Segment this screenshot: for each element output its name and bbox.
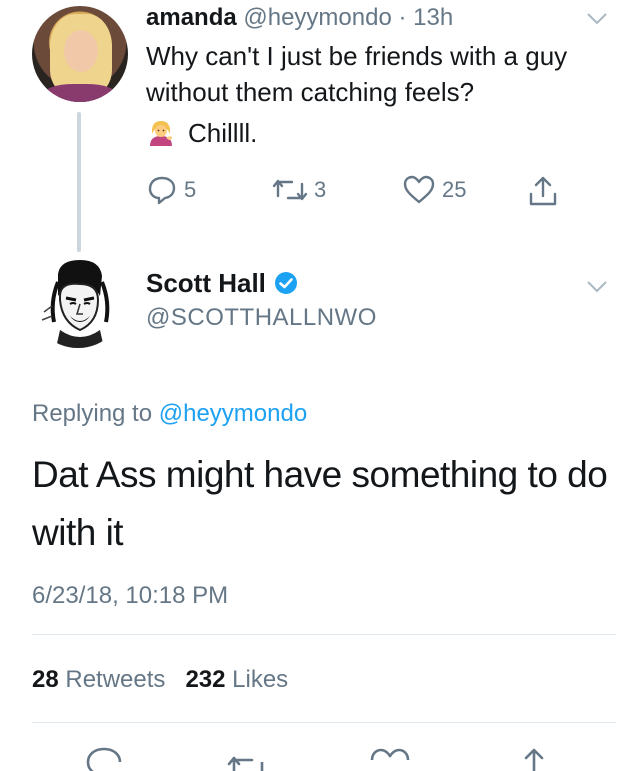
parent-reply-count: 5	[184, 177, 197, 202]
main-tweet-timestamp: 6/23/18, 10:18 PM	[32, 582, 229, 609]
reply-icon	[148, 176, 176, 205]
parent-retweet-button[interactable]: 3	[272, 174, 326, 206]
retweets-label: Retweets	[65, 666, 166, 693]
parent-tweet-emoji-text: Chillll.	[188, 118, 258, 148]
parent-tweet-text: Why can't I just be friends with a guy w…	[146, 41, 568, 107]
parent-separator: ·	[398, 4, 407, 31]
parent-reply-button[interactable]: 5	[146, 174, 196, 206]
main-author-name[interactable]: Scott Hall	[146, 266, 266, 300]
avatar-shirt	[42, 84, 118, 102]
avatar-face	[64, 30, 98, 72]
retweet-icon	[272, 179, 308, 201]
divider-bottom	[32, 722, 616, 723]
retweets-stat[interactable]: 28 Retweets	[32, 666, 165, 693]
replying-prefix: Replying to	[32, 400, 153, 427]
main-author-handle[interactable]: @SCOTTHALLNWO	[146, 302, 377, 334]
replying-to-line: Replying to @heyymondo	[32, 398, 307, 430]
parent-action-bar: 5 3 25	[146, 174, 566, 210]
likes-label: Likes	[232, 666, 289, 693]
heart-icon	[403, 175, 435, 204]
divider-top	[32, 634, 616, 635]
main-author-name-row[interactable]: Scott Hall	[146, 266, 298, 300]
main-heart-icon[interactable]	[368, 746, 412, 771]
main-retweet-icon[interactable]	[226, 748, 272, 771]
replying-to-mention-link[interactable]: @heyymondo	[159, 400, 307, 427]
parent-share-button[interactable]	[526, 174, 560, 208]
thread-line	[77, 112, 81, 252]
parent-author-handle[interactable]: @heyymondo	[243, 4, 391, 31]
main-action-bar	[0, 742, 640, 771]
parent-tweet-emoji-line: Chillll.	[146, 115, 257, 151]
engagement-stats: 28 Retweets 232 Likes	[32, 664, 288, 696]
woman-tipping-hand-emoji-icon	[150, 121, 172, 146]
likes-stat[interactable]: 232 Likes	[185, 666, 288, 693]
avatar-amanda[interactable]	[32, 6, 128, 102]
retweets-count: 28	[32, 666, 59, 693]
main-share-icon[interactable]	[514, 746, 554, 771]
parent-tweet-header: amanda @heyymondo · 13h	[146, 2, 453, 34]
main-reply-icon[interactable]	[84, 746, 124, 771]
likes-count: 232	[185, 666, 226, 693]
parent-like-count: 25	[442, 177, 467, 202]
parent-timestamp[interactable]: 13h	[413, 4, 453, 31]
sketch-portrait-image	[30, 252, 126, 348]
parent-author-name[interactable]: amanda	[146, 4, 237, 31]
parent-retweet-count: 3	[314, 177, 327, 202]
share-icon	[529, 176, 557, 206]
verified-badge-icon	[274, 271, 298, 295]
main-tweet-text: Dat Ass might have something to do with …	[32, 454, 608, 553]
parent-like-button[interactable]: 25	[402, 174, 466, 206]
main-more-chevron-icon[interactable]	[586, 280, 608, 294]
parent-more-chevron-icon[interactable]	[586, 12, 608, 26]
avatar-scott-hall[interactable]	[30, 252, 126, 348]
